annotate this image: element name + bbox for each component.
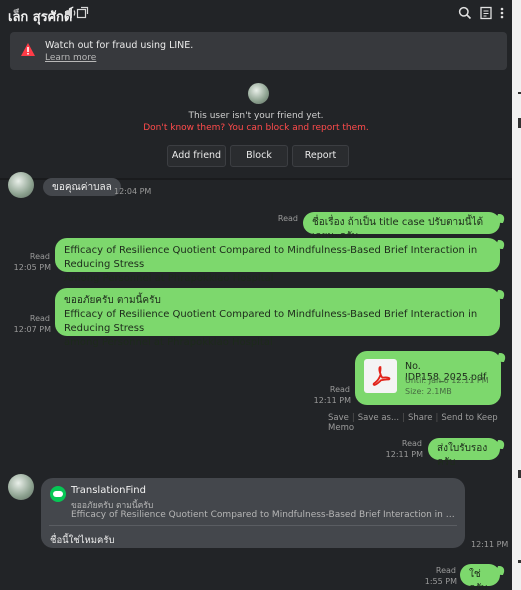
message-text-line1: Efficacy of Resilience Quotient Compared… (64, 245, 478, 270)
search-icon[interactable] (458, 6, 474, 22)
separator: | (435, 413, 439, 423)
block-report-hint: Don't know them? You can block and repor… (143, 123, 369, 133)
message-text: ใช่ครับ (469, 569, 488, 590)
message-time: 12:05 PM (13, 263, 51, 272)
message-time: 12:07 PM (13, 325, 51, 334)
message-text: ชื่อนี้ใช่ไหมครับ (50, 535, 115, 546)
file-expiry: Until: Jan 6 12:11 PM (405, 376, 489, 385)
separator: | (402, 413, 405, 423)
file-actions: Save | Save as... | Share | Send to Keep Memo (328, 413, 512, 433)
adjacent-window-edge (512, 0, 521, 590)
external-window-icon[interactable] (76, 6, 92, 22)
read-status: Read (329, 385, 350, 394)
outgoing-message[interactable]: Efficacy of Resilience Quotient Compared… (55, 238, 500, 284)
chat-header: เล็ก สุรศักดิ์ (0, 0, 512, 28)
file-size: Size: 2.1MB (405, 387, 452, 396)
report-button[interactable]: Report (292, 145, 349, 167)
message-time: 12:11 PM (313, 396, 351, 405)
read-status: Read (29, 314, 50, 323)
incoming-reply-message[interactable]: TranslationFind ขออภัยครับ ตามนี้ครับ Ef… (41, 478, 465, 548)
chat-window: เล็ก สุรศักดิ์ Watch out for fraud using… (0, 0, 512, 590)
read-status: Read (277, 214, 298, 223)
incoming-message[interactable]: ขอคุณค่าบลล (43, 178, 121, 196)
more-icon[interactable] (498, 6, 512, 22)
quoted-sender: TranslationFind (71, 485, 146, 496)
message-text-line2: Among Personnel at Phrapokklao Hospital (64, 273, 274, 284)
contact-avatar[interactable] (248, 83, 269, 104)
message-text-line1: ขออภัยครับ ตามนี้ครับ (64, 295, 161, 306)
message-time: 12:11 PM (471, 540, 509, 549)
outgoing-message[interactable]: ขออภัยครับ ตามนี้ครับ Efficacy of Resili… (55, 288, 500, 348)
message-text-line2: Efficacy of Resilience Quotient Compared… (64, 309, 478, 334)
translation-app-icon (50, 486, 66, 502)
fraud-warning-banner: Watch out for fraud using LINE. Learn mo… (10, 32, 507, 70)
quoted-message[interactable]: TranslationFind ขออภัยครับ ตามนี้ครับ Ef… (41, 478, 465, 524)
read-status: Read (435, 566, 456, 575)
warning-text: Watch out for fraud using LINE. (45, 40, 194, 51)
notes-icon[interactable] (479, 6, 495, 22)
learn-more-link[interactable]: Learn more (45, 53, 96, 63)
divider (49, 525, 457, 526)
pdf-icon (364, 359, 397, 393)
message-text-line3: among Personnel at Phrapokklao Hospital (64, 337, 273, 348)
separator: | (351, 413, 355, 423)
sender-avatar[interactable] (8, 172, 34, 198)
outgoing-message[interactable]: ส่งใบรับรองครับ (428, 438, 500, 468)
warning-icon (20, 42, 36, 60)
sender-avatar[interactable] (8, 474, 34, 500)
save-as-button[interactable]: Save as... (358, 413, 399, 423)
not-friend-notice: This user isn't your friend yet. (188, 111, 324, 121)
read-status: Read (29, 252, 50, 261)
message-time: 12:11 PM (385, 450, 423, 459)
file-message[interactable]: No. IDP158_2025.pdf Until: Jan 6 12:11 P… (355, 351, 501, 405)
save-button[interactable]: Save (328, 413, 349, 423)
block-button[interactable]: Block (230, 145, 288, 167)
quoted-text-line2: Efficacy of Resilience Quotient Compared… (71, 510, 455, 520)
add-friend-button[interactable]: Add friend (167, 145, 226, 167)
share-button[interactable]: Share (408, 413, 433, 423)
message-time: 12:04 PM (114, 187, 152, 196)
message-time: 1:55 PM (424, 577, 457, 586)
outgoing-message[interactable]: ชื่อเรื่อง ถ้าเป็น title case ปรับตามนี้… (303, 212, 500, 242)
read-status: Read (401, 439, 422, 448)
outgoing-message[interactable]: ใช่ครับ (460, 564, 500, 590)
